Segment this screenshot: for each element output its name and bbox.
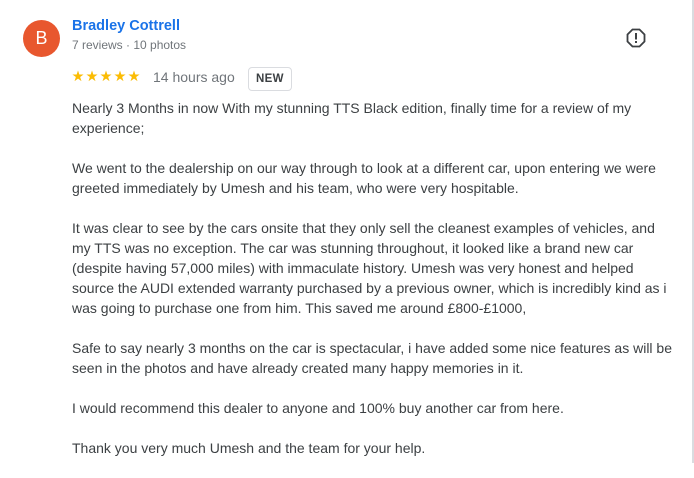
star-icon: ★ — [113, 69, 127, 85]
review-text: Nearly 3 Months in now With my stunning … — [72, 98, 672, 478]
review-paragraph: I would recommend this dealer to anyone … — [72, 400, 564, 416]
review-paragraph: Safe to say nearly 3 months on the car i… — [72, 340, 672, 376]
report-flag-icon — [626, 28, 646, 48]
report-review-button[interactable] — [626, 28, 646, 48]
review-time: 14 hours ago — [153, 69, 235, 85]
star-icon: ★ — [127, 69, 141, 85]
star-icon: ★ — [99, 69, 113, 85]
reviewer-name-link[interactable]: Bradley Cottrell — [72, 18, 180, 34]
review-paragraph: We went to the dealership on our way thr… — [72, 160, 656, 196]
review-paragraph: It was clear to see by the cars onsite t… — [72, 220, 667, 316]
star-icon: ★ — [85, 69, 99, 85]
star-rating: ★ ★ ★ ★ ★ — [71, 67, 141, 87]
reviewer-meta: 7 reviews · 10 photos — [72, 38, 187, 52]
review-paragraph: Thank you very much Umesh and the team f… — [72, 440, 426, 456]
reviewer-avatar[interactable]: B — [23, 20, 60, 57]
star-icon: ★ — [71, 69, 85, 85]
review-paragraph: Nearly 3 Months in now With my stunning … — [72, 100, 632, 136]
new-badge: NEW — [248, 67, 292, 91]
